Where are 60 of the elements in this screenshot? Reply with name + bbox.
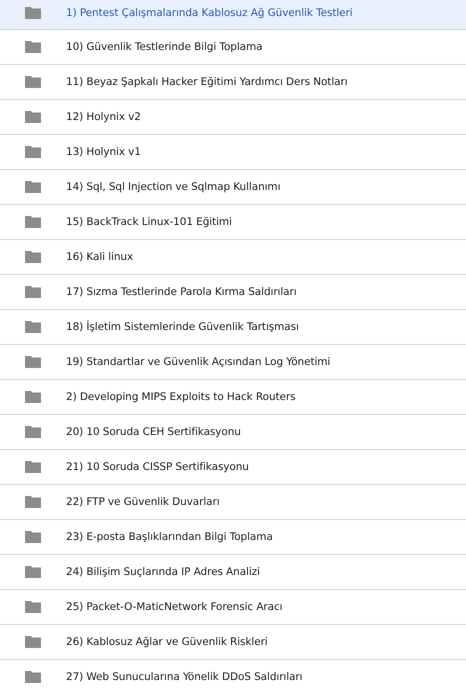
folder-icon <box>25 671 41 683</box>
folder-icon <box>25 391 41 403</box>
folder-icon <box>25 461 41 473</box>
folder-name: 1) Pentest Çalışmalarında Kablosuz Ağ Güvenlik Testleri <box>66 6 353 18</box>
folder-name: 14) Sql, Sql Injection ve Sqlmap Kullanımı <box>66 181 280 193</box>
folder-name: 12) Holynix v2 <box>66 111 141 123</box>
folder-icon <box>25 426 41 438</box>
folder-name: 26) Kablosuz Ağlar ve Güvenlik Riskleri <box>66 636 268 648</box>
folder-name: 24) Bilişim Suçlarında IP Adres Analizi <box>66 566 260 578</box>
folder-row[interactable]: 16) Kali linux <box>0 240 466 275</box>
folder-icon <box>25 531 41 543</box>
folder-row[interactable]: 20) 10 Soruda CEH Sertifikasyonu <box>0 415 466 450</box>
folder-row[interactable]: 24) Bilişim Suçlarında IP Adres Analizi <box>0 555 466 590</box>
folder-row[interactable]: 27) Web Sunucularına Yönelik DDoS Saldırıları <box>0 660 466 694</box>
folder-icon <box>25 286 41 298</box>
folder-icon <box>25 216 41 228</box>
folder-name: 10) Güvenlik Testlerinde Bilgi Toplama <box>66 41 262 53</box>
folder-icon <box>25 111 41 123</box>
folder-row[interactable]: 15) BackTrack Linux-101 Eğitimi <box>0 205 466 240</box>
folder-row[interactable]: 11) Beyaz Şapkalı Hacker Eğitimi Yardımcı Ders Notları <box>0 65 466 100</box>
folder-icon <box>25 356 41 368</box>
folder-row[interactable]: 21) 10 Soruda CISSP Sertifikasyonu <box>0 450 466 485</box>
folder-name: 15) BackTrack Linux-101 Eğitimi <box>66 216 232 228</box>
folder-icon <box>25 41 41 53</box>
folder-icon <box>25 566 41 578</box>
folder-row[interactable]: 2) Developing MIPS Exploits to Hack Routers <box>0 380 466 415</box>
folder-row[interactable]: 22) FTP ve Güvenlik Duvarları <box>0 485 466 520</box>
folder-icon <box>25 76 41 88</box>
folder-icon <box>25 601 41 613</box>
folder-icon <box>25 321 41 333</box>
folder-name: 11) Beyaz Şapkalı Hacker Eğitimi Yardımcı Ders Notları <box>66 76 348 88</box>
folder-row[interactable]: 26) Kablosuz Ağlar ve Güvenlik Riskleri <box>0 625 466 660</box>
folder-name: 27) Web Sunucularına Yönelik DDoS Saldırıları <box>66 671 302 683</box>
folder-icon <box>25 6 41 18</box>
folder-icon <box>25 251 41 263</box>
folder-name: 23) E-posta Başlıklarından Bilgi Toplama <box>66 531 273 543</box>
folder-row[interactable]: 12) Holynix v2 <box>0 100 466 135</box>
folder-icon <box>25 636 41 648</box>
folder-row[interactable]: 14) Sql, Sql Injection ve Sqlmap Kullanımı <box>0 170 466 205</box>
folder-name: 21) 10 Soruda CISSP Sertifikasyonu <box>66 461 249 473</box>
folder-row[interactable]: 10) Güvenlik Testlerinde Bilgi Toplama <box>0 30 466 65</box>
folder-icon <box>25 181 41 193</box>
folder-name: 25) Packet-O-MaticNetwork Forensic Aracı <box>66 601 282 613</box>
folder-icon <box>25 146 41 158</box>
folder-row[interactable]: 25) Packet-O-MaticNetwork Forensic Aracı <box>0 590 466 625</box>
folder-name: 2) Developing MIPS Exploits to Hack Routers <box>66 391 296 403</box>
folder-row[interactable]: 23) E-posta Başlıklarından Bilgi Toplama <box>0 520 466 555</box>
folder-row[interactable]: 1) Pentest Çalışmalarında Kablosuz Ağ Güvenlik Testleri <box>0 0 466 30</box>
folder-row[interactable]: 13) Holynix v1 <box>0 135 466 170</box>
folder-name: 17) Sızma Testlerinde Parola Kırma Saldırıları <box>66 286 297 298</box>
folder-row[interactable]: 19) Standartlar ve Güvenlik Açısından Log Yönetimi <box>0 345 466 380</box>
folder-name: 13) Holynix v1 <box>66 146 141 158</box>
folder-name: 20) 10 Soruda CEH Sertifikasyonu <box>66 426 241 438</box>
folder-name: 16) Kali linux <box>66 251 134 263</box>
folder-name: 19) Standartlar ve Güvenlik Açısından Log Yönetimi <box>66 356 330 368</box>
folder-row[interactable]: 17) Sızma Testlerinde Parola Kırma Saldırıları <box>0 275 466 310</box>
folder-name: 18) İşletim Sistemlerinde Güvenlik Tartışması <box>66 321 299 333</box>
folder-row[interactable]: 18) İşletim Sistemlerinde Güvenlik Tartışması <box>0 310 466 345</box>
folder-icon <box>25 496 41 508</box>
folder-name: 22) FTP ve Güvenlik Duvarları <box>66 496 220 508</box>
